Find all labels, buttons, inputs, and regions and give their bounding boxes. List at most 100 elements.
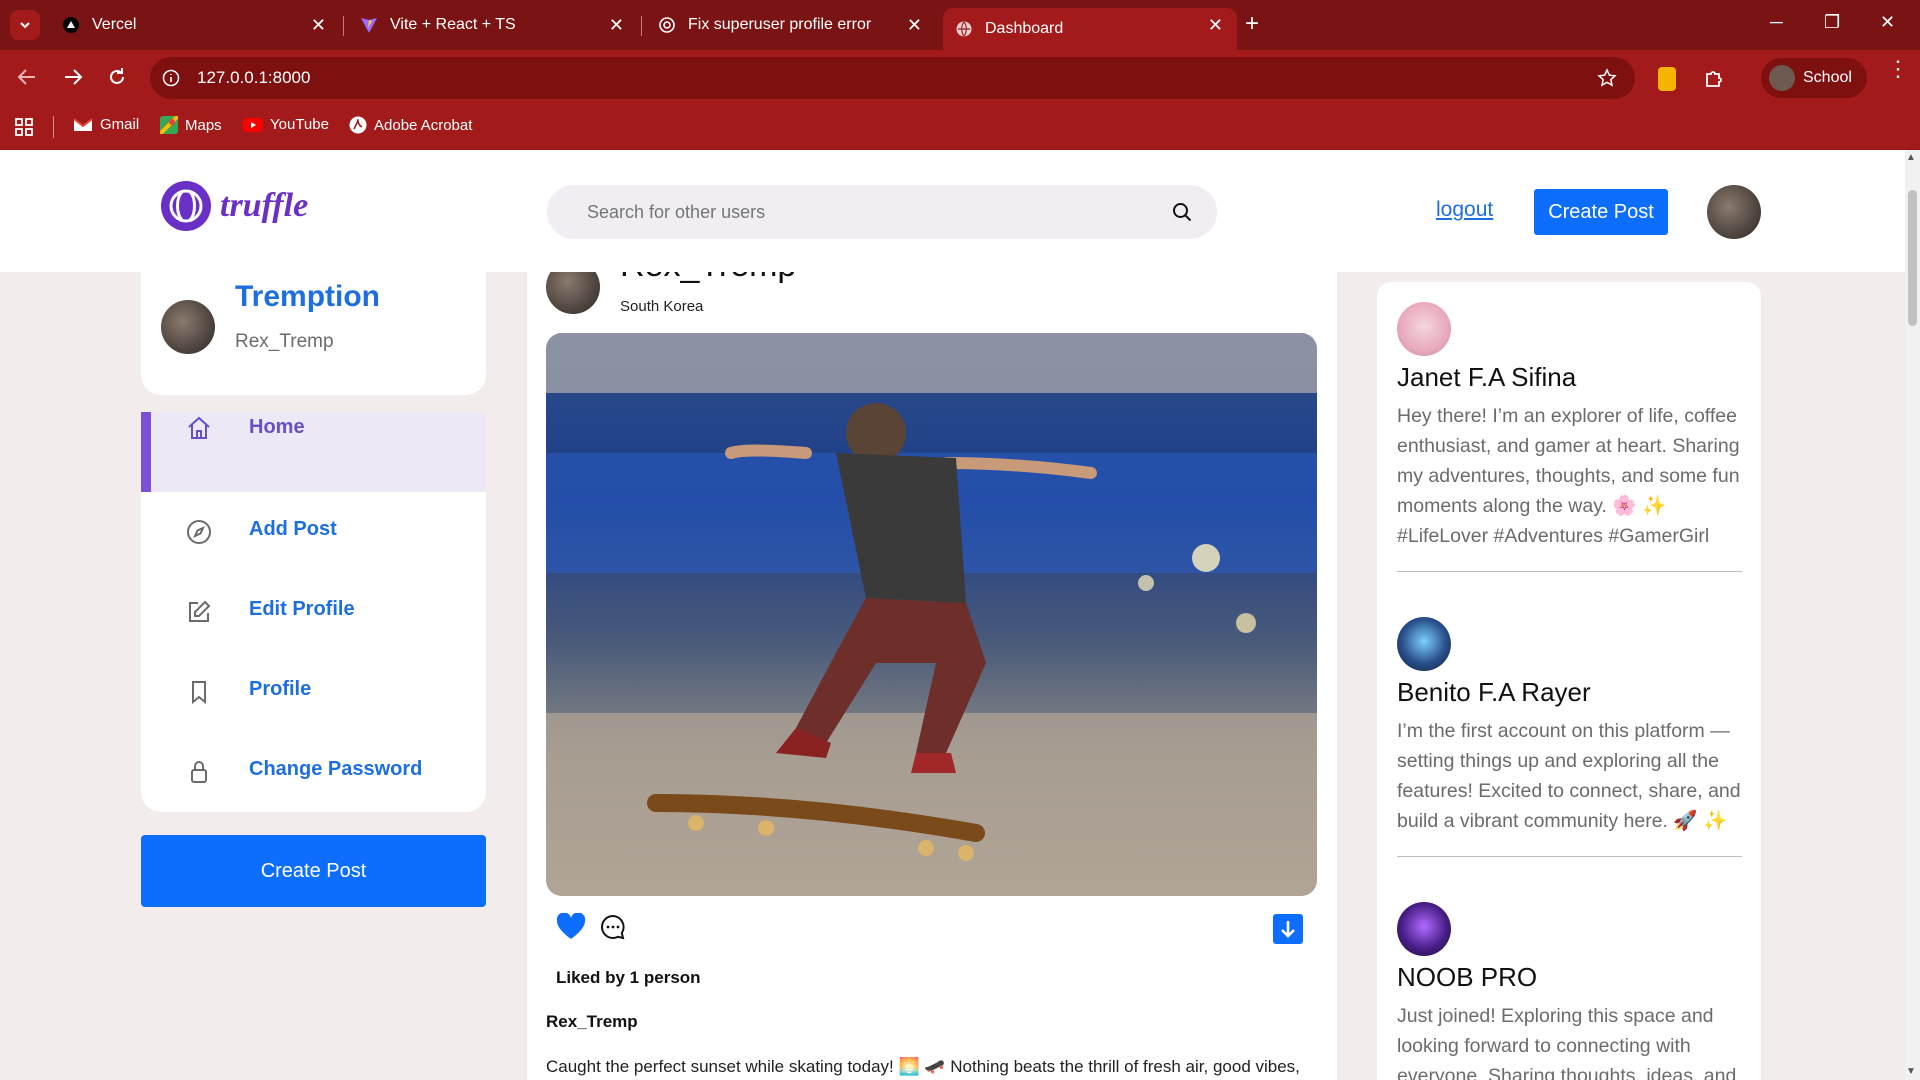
close-icon[interactable]: ✕ (311, 15, 326, 36)
restore-button[interactable]: ❐ (1824, 12, 1840, 33)
minimize-button[interactable]: ─ (1770, 12, 1783, 33)
search-icon[interactable] (1172, 202, 1192, 222)
sidebar-create-post-button[interactable]: Create Post (141, 835, 486, 907)
close-icon[interactable]: ✕ (907, 15, 922, 36)
puzzle-icon[interactable] (1703, 67, 1725, 89)
logo[interactable]: truffle (160, 180, 308, 232)
reload-button[interactable] (106, 66, 128, 93)
bookmark-label: Gmail (100, 116, 140, 133)
sidebar-item-profile[interactable]: Profile (141, 652, 486, 732)
edit-icon (189, 600, 211, 622)
home-icon (188, 416, 210, 439)
divider (1397, 571, 1742, 572)
apps-grid-icon[interactable] (14, 117, 34, 137)
lock-icon (191, 761, 207, 783)
suggestion-item: Benito F.A Rayer I’m the first account o… (1397, 617, 1742, 857)
scroll-down-arrow-icon[interactable]: ▼ (1906, 1066, 1916, 1077)
bookmark-youtube[interactable]: YouTube (243, 116, 329, 133)
globe-icon (955, 20, 973, 38)
arrow-right-icon (65, 69, 83, 85)
chevron-down-icon (20, 22, 30, 29)
active-indicator (141, 412, 151, 492)
avatar (1769, 65, 1795, 91)
header-create-post-button[interactable]: Create Post (1534, 189, 1668, 235)
close-icon[interactable]: ✕ (609, 15, 624, 36)
tab-vercel[interactable]: Vercel ✕ (50, 8, 340, 42)
acrobat-icon (349, 116, 367, 134)
search-input[interactable] (587, 199, 1147, 225)
suggestion-bio: I’m the first account on this platform —… (1397, 720, 1741, 832)
profile-display-name[interactable]: Tremption (235, 280, 380, 314)
maps-icon (160, 116, 178, 134)
divider (1397, 856, 1742, 857)
heart-icon[interactable] (556, 913, 586, 941)
tab-vite[interactable]: Vite + React + TS ✕ (348, 8, 638, 42)
bookmark-separator (53, 116, 54, 138)
profile-username: Rex_Tremp (235, 331, 334, 352)
scrollbar-thumb[interactable] (1908, 190, 1917, 326)
back-button[interactable] (16, 66, 38, 93)
post-caption: Caught the perfect sunset while skating … (546, 1057, 1300, 1076)
page-viewport: Rex_Tremp South Korea (0, 150, 1905, 1080)
avatar[interactable] (1397, 302, 1451, 356)
tab-separator (343, 16, 344, 36)
sidebar-item-label: Add Post (249, 518, 337, 540)
sidebar-item-home[interactable]: Home (141, 412, 486, 492)
download-icon (1281, 921, 1295, 938)
search-bar[interactable] (547, 185, 1217, 239)
menu-kebab-icon[interactable]: ⋮ (1887, 58, 1909, 80)
suggestion-name[interactable]: NOOB PRO (1397, 962, 1742, 993)
sidebar-item-label: Profile (249, 678, 312, 700)
bookmark-gmail[interactable]: Gmail (73, 116, 139, 133)
vercel-icon (62, 16, 80, 34)
url-text: 127.0.0.1:8000 (197, 68, 311, 87)
comment-icon[interactable] (600, 914, 626, 940)
compass-icon (187, 520, 211, 544)
suggestion-bio: Hey there! I’m an explorer of life, coff… (1397, 405, 1740, 547)
sidebar-item-label: Change Password (249, 758, 423, 780)
youtube-icon (243, 117, 263, 132)
post-location: South Korea (620, 298, 704, 315)
tab-dashboard[interactable]: Dashboard ✕ (943, 8, 1237, 50)
browser-tab-strip: Vercel ✕ Vite + React + TS ✕ Fix superus… (0, 0, 1920, 50)
sidebar-item-edit-profile[interactable]: Edit Profile (141, 572, 486, 652)
tab-search-button[interactable] (10, 10, 40, 40)
avatar[interactable] (1397, 902, 1451, 956)
arrow-left-icon (17, 69, 35, 85)
info-icon (162, 69, 180, 87)
tab-title: Fix superuser profile error (688, 16, 872, 33)
star-icon[interactable] (1597, 68, 1617, 88)
logout-link[interactable]: logout (1436, 198, 1493, 222)
new-tab-button[interactable]: + (1245, 10, 1259, 38)
avatar[interactable] (1397, 617, 1451, 671)
profile-chip[interactable]: School (1761, 58, 1867, 98)
bookmark-maps[interactable]: Maps (160, 116, 222, 134)
bookmark-label: Maps (185, 116, 222, 134)
sidebar-item-add-post[interactable]: Add Post (141, 492, 486, 572)
address-bar[interactable]: 127.0.0.1:8000 (150, 57, 1635, 99)
scroll-up-arrow-icon[interactable]: ▲ (1906, 152, 1916, 163)
logo-text: truffle (220, 187, 309, 224)
bookmark-post-button[interactable] (1273, 914, 1303, 944)
caption-author[interactable]: Rex_Tremp (546, 1012, 638, 1032)
tab-chatgpt[interactable]: Fix superuser profile error ✕ (646, 8, 936, 42)
suggestion-name[interactable]: Janet F.A Sifina (1397, 362, 1742, 393)
sidebar-item-label: Edit Profile (249, 598, 355, 620)
suggestion-item: NOOB PRO Just joined! Exploring this spa… (1397, 902, 1742, 1080)
post-image[interactable] (546, 333, 1317, 896)
site-header: truffle logout Create Post (0, 150, 1905, 272)
tab-title: Vercel (92, 16, 137, 33)
likes-count[interactable]: Liked by 1 person (556, 968, 701, 988)
tab-title: Vite + React + TS (390, 16, 516, 33)
close-window-button[interactable]: ✕ (1880, 12, 1895, 33)
sidebar-item-change-password[interactable]: Change Password (141, 732, 486, 812)
avatar[interactable] (161, 300, 215, 354)
truffle-logo-icon (161, 181, 211, 231)
close-icon[interactable]: ✕ (1208, 15, 1223, 36)
extension-icon[interactable] (1658, 67, 1676, 91)
forward-button[interactable] (62, 66, 84, 93)
avatar[interactable] (1707, 185, 1761, 239)
suggestion-name[interactable]: Benito F.A Rayer (1397, 677, 1742, 708)
bookmark-label: YouTube (270, 116, 329, 133)
bookmark-acrobat[interactable]: Adobe Acrobat (349, 116, 472, 134)
